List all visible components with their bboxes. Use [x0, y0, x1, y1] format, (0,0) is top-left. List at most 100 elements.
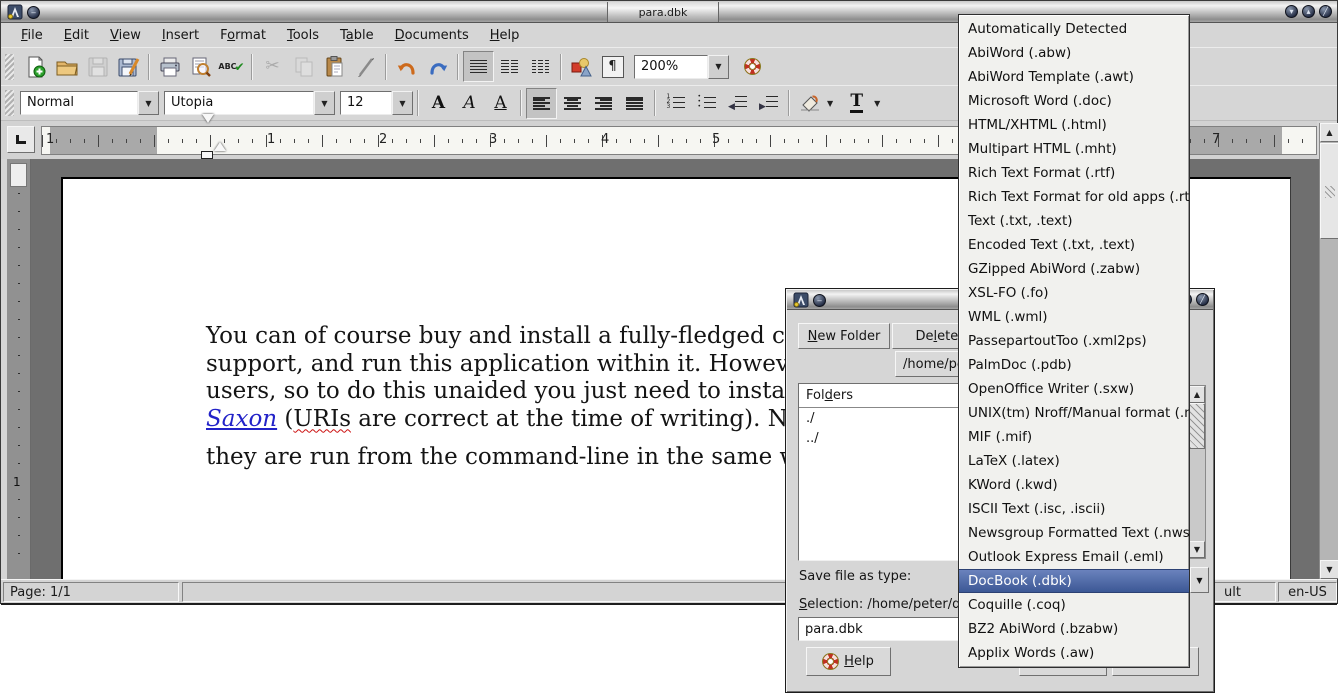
open-file-button[interactable]	[51, 51, 82, 82]
menubar-item[interactable]: Insert	[152, 26, 210, 45]
font-color-dropdown-arrow[interactable]: ▼	[874, 99, 880, 108]
new-folder-button[interactable]: New Folder	[798, 323, 890, 349]
show-formatting-button[interactable]: ¶	[597, 51, 628, 82]
menubar-item[interactable]: Table	[330, 26, 385, 45]
print-preview-button[interactable]	[185, 51, 216, 82]
format-menu-item[interactable]: XSL-FO (.fo)	[959, 281, 1189, 305]
align-center-button[interactable]	[557, 88, 588, 119]
format-menu-item[interactable]: Applix Words (.aw)	[959, 641, 1189, 665]
highlight-color-button[interactable]	[794, 88, 825, 119]
format-menu-item[interactable]: Microsoft Word (.doc)	[959, 89, 1189, 113]
minimize-button[interactable]: ▾	[1285, 5, 1298, 18]
format-menu-item[interactable]: AbiWord (.abw)	[959, 41, 1189, 65]
format-menu-item[interactable]: Newsgroup Formatted Text (.nws)	[959, 521, 1189, 545]
two-column-view-button[interactable]	[494, 51, 525, 82]
format-menu-item[interactable]: UNIX(tm) Nroff/Manual format (.nroff)	[959, 401, 1189, 425]
three-column-view-button[interactable]	[525, 51, 556, 82]
format-menu-item[interactable]: WML (.wml)	[959, 305, 1189, 329]
highlight-dropdown-arrow[interactable]: ▼	[827, 99, 833, 108]
align-justify-button[interactable]	[619, 88, 650, 119]
save-as-button[interactable]	[113, 51, 144, 82]
font-dropdown-arrow[interactable]: ▼	[314, 91, 335, 115]
toolbar-grip[interactable]	[5, 90, 14, 116]
vertical-ruler[interactable]: 1	[7, 159, 31, 579]
style-dropdown-arrow[interactable]: ▼	[138, 91, 159, 115]
menubar-item[interactable]: Edit	[54, 26, 100, 45]
underline-button[interactable]: A	[485, 88, 516, 119]
menubar-item[interactable]: Format	[210, 26, 277, 45]
new-document-button[interactable]	[20, 51, 51, 82]
italic-button[interactable]: A	[454, 88, 485, 119]
scrollbar-thumb[interactable]	[1320, 143, 1338, 239]
format-menu-item[interactable]: Text (.txt, .text)	[959, 209, 1189, 233]
scroll-up-button[interactable]: ▲	[1320, 123, 1338, 142]
dialog-close-button[interactable]: ╱	[1196, 293, 1209, 306]
redo-button[interactable]	[422, 51, 453, 82]
maximize-button[interactable]: ▴	[1302, 5, 1315, 18]
size-value[interactable]: 12	[340, 91, 392, 115]
format-menu-item[interactable]: Multipart HTML (.mht)	[959, 137, 1189, 161]
print-button[interactable]	[154, 51, 185, 82]
format-menu-item[interactable]: Encoded Text (.txt, .text)	[959, 233, 1189, 257]
format-menu-item[interactable]: HTML/XHTML (.html)	[959, 113, 1189, 137]
bulleted-list-button[interactable]: •••	[691, 88, 722, 119]
stylus-button[interactable]	[350, 51, 381, 82]
style-value[interactable]: Normal	[20, 91, 138, 115]
format-menu-item[interactable]: KWord (.kwd)	[959, 473, 1189, 497]
close-button[interactable]: ╱	[1319, 5, 1332, 18]
tab-stop-selector-button[interactable]	[7, 126, 35, 153]
save-button[interactable]	[82, 51, 113, 82]
undo-button[interactable]	[391, 51, 422, 82]
numbered-list-button[interactable]: 123	[660, 88, 691, 119]
one-column-view-button[interactable]	[463, 51, 494, 82]
size-dropdown-arrow[interactable]: ▼	[392, 91, 413, 115]
menubar-item[interactable]: File	[11, 26, 54, 45]
insert-graphic-button[interactable]	[566, 51, 597, 82]
window-menu-button[interactable]: ‒	[27, 6, 40, 19]
dialog-window-menu-button[interactable]: ‒	[813, 294, 826, 307]
files-list-scrollbar[interactable]: ▲ ▼	[1188, 385, 1206, 559]
format-menu-item[interactable]: Coquille (.coq)	[959, 593, 1189, 617]
files-scroll-up-button[interactable]: ▲	[1189, 386, 1205, 403]
saxon-hyperlink[interactable]: Saxon	[206, 406, 277, 432]
help-button[interactable]	[737, 51, 768, 82]
toolbar-grip[interactable]	[5, 54, 14, 80]
dialog-help-button[interactable]: Help	[806, 647, 891, 676]
increase-indent-button[interactable]: ▶	[753, 88, 784, 119]
menubar-item[interactable]: View	[100, 26, 152, 45]
format-menu-item[interactable]: PalmDoc (.pdb)	[959, 353, 1189, 377]
font-color-button[interactable]: T	[841, 88, 872, 119]
align-left-button[interactable]	[526, 88, 557, 119]
format-menu-item[interactable]: Automatically Detected	[959, 17, 1189, 41]
copy-button[interactable]	[288, 51, 319, 82]
format-menu-item[interactable]: Outlook Express Email (.eml)	[959, 545, 1189, 569]
vertical-scrollbar[interactable]: ▲ ▼	[1319, 123, 1338, 579]
format-menu-item[interactable]: Rich Text Format for old apps (.rtf)	[959, 185, 1189, 209]
bold-button[interactable]: A	[423, 88, 454, 119]
zoom-dropdown-arrow[interactable]: ▼	[708, 55, 729, 79]
format-menu-item[interactable]: BZ2 AbiWord (.bzabw)	[959, 617, 1189, 641]
menubar-item[interactable]: Tools	[277, 26, 330, 45]
menubar-item[interactable]: Help	[480, 26, 531, 45]
format-menu-item[interactable]: MIF (.mif)	[959, 425, 1189, 449]
format-menu-item[interactable]: Rich Text Format (.rtf)	[959, 161, 1189, 185]
format-menu-item[interactable]: DocBook (.dbk)	[959, 569, 1189, 593]
files-scroll-down-button[interactable]: ▼	[1189, 541, 1205, 558]
spellcheck-button[interactable]: ABC✔	[216, 51, 247, 82]
left-indent-marker[interactable]	[201, 151, 213, 159]
format-menu-item[interactable]: GZipped AbiWord (.zabw)	[959, 257, 1189, 281]
format-menu-item[interactable]: LaTeX (.latex)	[959, 449, 1189, 473]
scroll-down-button[interactable]: ▼	[1320, 560, 1338, 579]
decrease-indent-button[interactable]: ◀	[722, 88, 753, 119]
menubar-item[interactable]: Documents	[385, 26, 480, 45]
cut-button[interactable]: ✂	[257, 51, 288, 82]
align-right-button[interactable]	[588, 88, 619, 119]
files-scrollbar-thumb[interactable]	[1189, 403, 1205, 449]
format-menu-item[interactable]: PassepartoutToo (.xml2ps)	[959, 329, 1189, 353]
zoom-value[interactable]: 200%	[634, 55, 708, 79]
paste-button[interactable]	[319, 51, 350, 82]
format-menu-item[interactable]: AbiWord Template (.awt)	[959, 65, 1189, 89]
format-menu-item[interactable]: ISCII Text (.isc, .iscii)	[959, 497, 1189, 521]
font-value[interactable]: Utopia	[164, 91, 314, 115]
file-type-dropdown-arrow[interactable]: ▼	[1190, 567, 1209, 593]
